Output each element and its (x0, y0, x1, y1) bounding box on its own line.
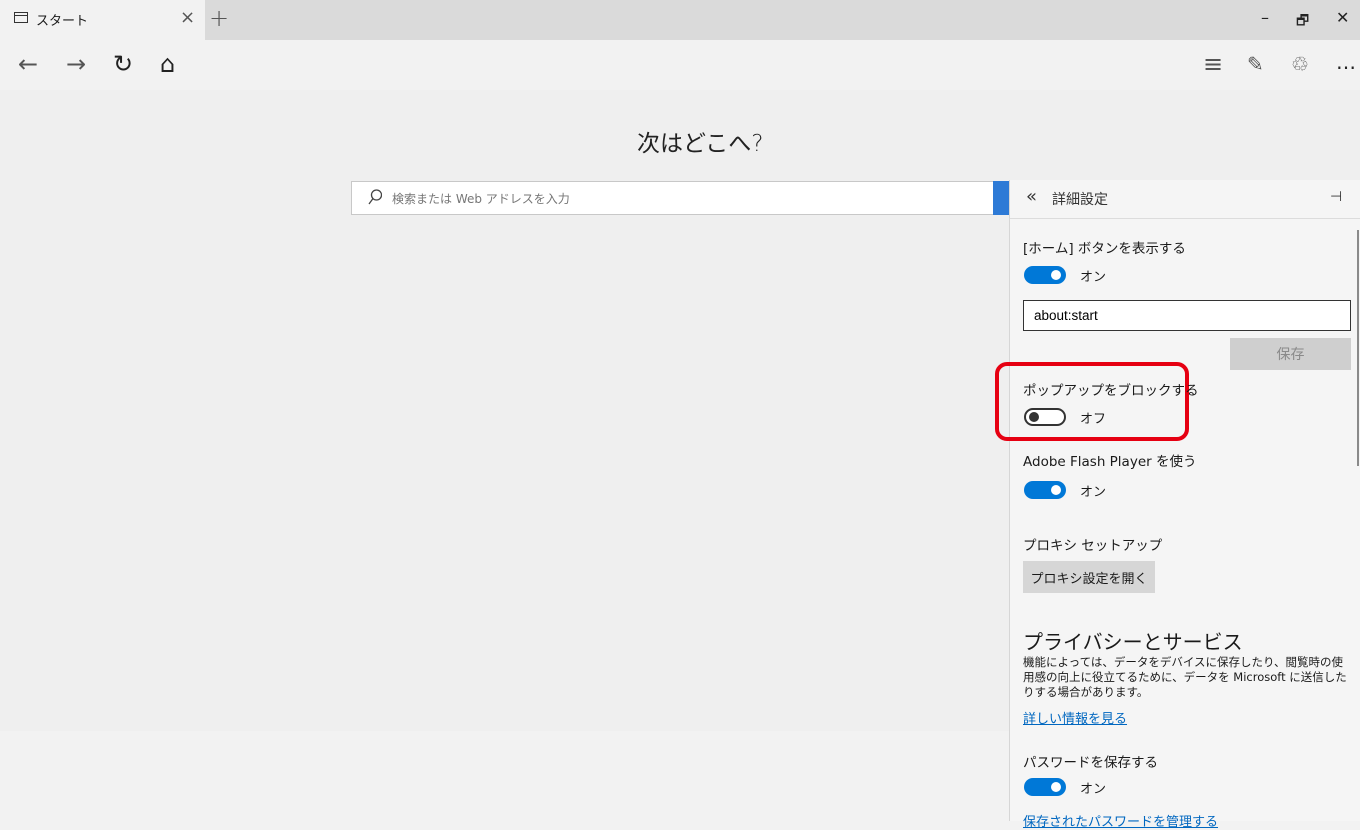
popup-block-label: ポップアップをブロックする (1023, 383, 1199, 399)
proxy-setup-label: プロキシ セットアップ (1023, 538, 1163, 554)
home-button[interactable]: ⌂ (160, 50, 175, 78)
toggle-knob (1029, 412, 1039, 422)
restore-button[interactable]: 🗗 (1296, 10, 1309, 34)
privacy-description: 機能によっては、データをデバイスに保存したり、閲覧時の使用感の向上に役立てるため… (1023, 655, 1347, 699)
tab-start[interactable]: スタート × (0, 0, 205, 40)
search-placeholder: 検索または Web アドレスを入力 (392, 192, 570, 206)
save-passwords-toggle[interactable] (1024, 778, 1066, 796)
popup-block-state: オフ (1080, 412, 1107, 427)
share-icon[interactable]: ♲ (1291, 52, 1309, 76)
flash-label: Adobe Flash Player を使う (1023, 454, 1197, 470)
toggle-knob (1051, 485, 1061, 495)
tab-close-icon[interactable]: × (180, 7, 195, 28)
back-button[interactable]: ← (18, 50, 38, 78)
search-icon (368, 189, 382, 205)
open-proxy-settings-button[interactable]: プロキシ設定を開く (1023, 561, 1155, 593)
start-page: 次はどこへ? 検索または Web アドレスを入力 « 詳細設定 ⊣ [ホーム] … (0, 90, 1360, 830)
tab-title: スタート (36, 14, 89, 29)
web-note-icon[interactable]: ✎ (1247, 52, 1264, 76)
privacy-section-title: プライバシーとサービス (1023, 630, 1243, 654)
save-passwords-state: オン (1080, 782, 1107, 797)
forward-button[interactable]: → (66, 50, 86, 78)
panel-title: 詳細設定 (1052, 192, 1108, 208)
pin-icon[interactable]: ⊣ (1330, 189, 1342, 205)
flash-state: オン (1080, 485, 1107, 500)
advanced-settings-panel: « 詳細設定 ⊣ [ホーム] ボタンを表示する オン 保存 ポップアップをブロッ… (995, 180, 1360, 830)
minimize-button[interactable]: – (1261, 8, 1269, 27)
learn-more-link[interactable]: 詳しい情報を見る (1023, 708, 1127, 727)
highlight-box (995, 362, 1189, 441)
tab-page-icon (14, 12, 28, 23)
save-button[interactable]: 保存 (1230, 338, 1351, 370)
home-button-setting-label: [ホーム] ボタンを表示する (1023, 241, 1186, 257)
home-url-field[interactable] (1023, 300, 1351, 331)
panel-scrollbar[interactable] (1357, 230, 1359, 466)
new-tab-button[interactable]: + (209, 4, 229, 32)
popup-block-toggle[interactable] (1024, 408, 1066, 426)
back-chevron-icon[interactable]: « (1026, 186, 1037, 207)
manage-passwords-link[interactable]: 保存されたパスワードを管理する (1023, 811, 1218, 830)
home-button-state: オン (1080, 270, 1107, 285)
navigation-bar: ← → ↻ ⌂ ≡ ✎ ♲ … (0, 40, 1360, 90)
flash-toggle[interactable] (1024, 481, 1066, 499)
save-passwords-label: パスワードを保存する (1023, 755, 1158, 771)
hub-icon[interactable]: ≡ (1203, 50, 1223, 78)
start-headline: 次はどこへ? (637, 131, 764, 157)
more-icon[interactable]: … (1336, 50, 1356, 74)
home-button-toggle[interactable] (1024, 266, 1066, 284)
search-input[interactable]: 検索または Web アドレスを入力 (351, 181, 1019, 215)
title-bar: スタート × + – 🗗 ✕ (0, 0, 1360, 40)
toggle-knob (1051, 270, 1061, 280)
refresh-button[interactable]: ↻ (113, 50, 133, 78)
panel-header: « 詳細設定 ⊣ (1010, 180, 1360, 219)
toggle-knob (1051, 782, 1061, 792)
close-window-button[interactable]: ✕ (1336, 8, 1349, 27)
